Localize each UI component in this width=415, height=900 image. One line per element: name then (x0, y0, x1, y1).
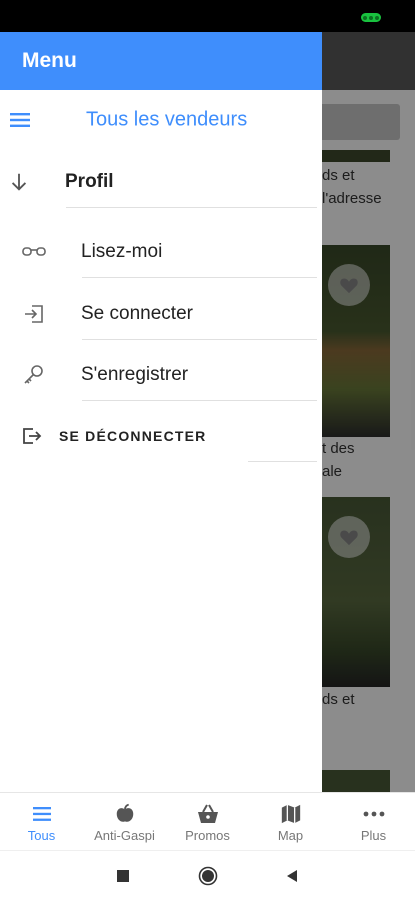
back-button[interactable] (285, 869, 299, 883)
drawer-item-label: Profil (65, 171, 114, 192)
list-icon (30, 803, 54, 825)
bottom-navigation: Tous Anti-Gaspi Promos Map Plus (0, 792, 415, 850)
divider (82, 277, 317, 278)
drawer-item-label: Se connecter (81, 303, 193, 324)
divider (82, 339, 317, 340)
more-icon (362, 803, 386, 825)
drawer-item-logout[interactable]: SE DÉCONNECTER (0, 406, 322, 466)
drawer-item-label: S'enregistrer (81, 364, 189, 385)
nav-tab-label: Promos (185, 828, 230, 843)
list-icon (7, 107, 33, 133)
drawer-item-profile[interactable]: Profil (0, 152, 322, 212)
glasses-icon (21, 239, 47, 265)
home-button[interactable] (198, 866, 218, 886)
drawer-header: Menu (0, 32, 322, 90)
system-navigation-bar (0, 850, 415, 900)
drawer-item-readme[interactable]: Lisez-moi (0, 222, 322, 282)
battery-icon (361, 13, 381, 22)
login-icon (21, 301, 47, 327)
nav-tab-label: Tous (27, 828, 56, 843)
nav-tab-label: Map (277, 828, 304, 843)
drawer-item-all-vendors[interactable]: Tous les vendeurs (0, 90, 322, 150)
drawer-item-login[interactable]: Se connecter (0, 284, 322, 344)
map-icon (279, 803, 303, 825)
nav-tab-label: Anti-Gaspi (94, 828, 155, 843)
recents-button[interactable] (116, 869, 130, 883)
logout-icon (19, 423, 45, 449)
nav-tab-more[interactable]: Plus (332, 793, 415, 850)
drawer-item-label: SE DÉCONNECTER (59, 428, 207, 444)
nav-tab-promos[interactable]: Promos (166, 793, 249, 850)
drawer-item-label: Tous les vendeurs (86, 108, 248, 131)
apple-icon (113, 803, 137, 825)
divider (66, 207, 317, 208)
nav-tab-all[interactable]: Tous (0, 793, 83, 850)
navigation-drawer: Menu Tous les vendeurs Profil Lisez-moi … (0, 32, 322, 792)
divider (248, 461, 317, 462)
scrollbar[interactable] (411, 350, 415, 450)
arrow-down-icon (6, 169, 32, 195)
status-bar (0, 0, 415, 32)
drawer-title: Menu (22, 49, 77, 72)
key-icon (21, 362, 47, 388)
nav-tab-label: Plus (360, 828, 387, 843)
nav-tab-anti-gaspi[interactable]: Anti-Gaspi (83, 793, 166, 850)
nav-tab-map[interactable]: Map (249, 793, 332, 850)
basket-icon (196, 803, 220, 825)
drawer-item-register[interactable]: S'enregistrer (0, 345, 322, 405)
drawer-item-label: Lisez-moi (81, 241, 163, 262)
divider (82, 400, 317, 401)
